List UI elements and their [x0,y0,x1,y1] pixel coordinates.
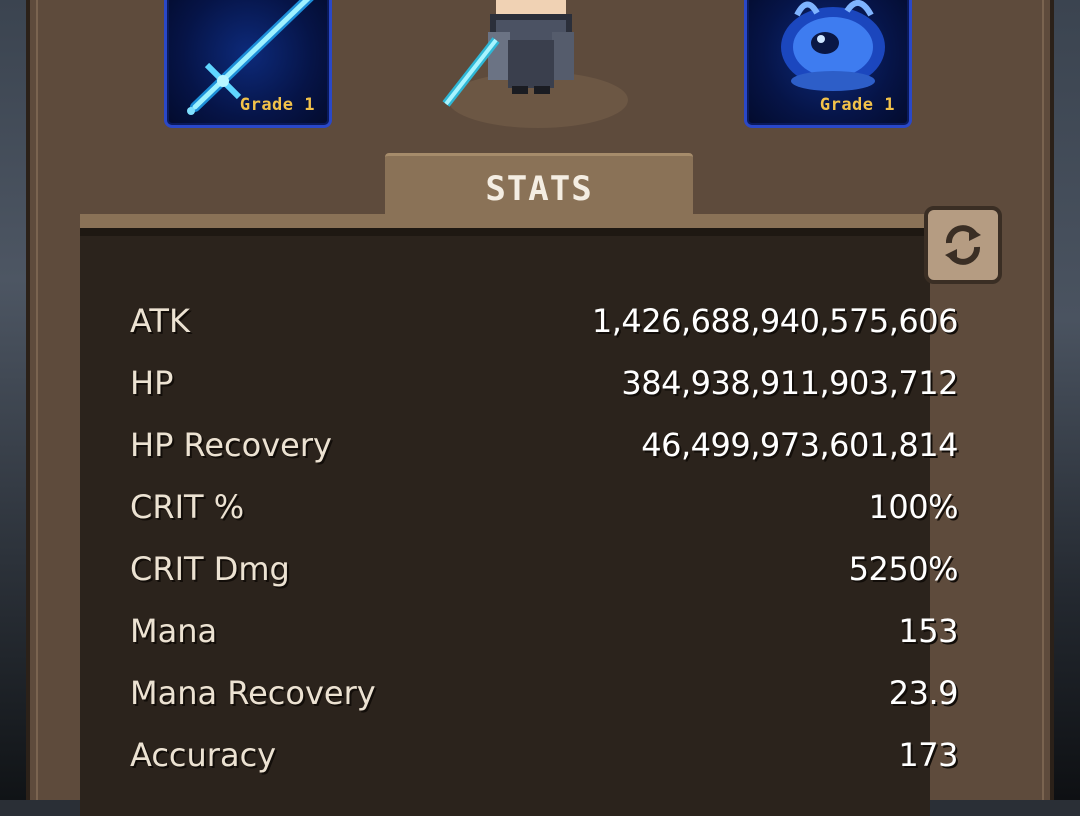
refresh-button[interactable] [924,206,1002,284]
stat-value: 100% [868,488,959,526]
stat-row-mana-recovery: Mana Recovery 23.9 [130,674,959,724]
accessory-slot[interactable]: Grade 1 [744,0,912,128]
stat-row-mana: Mana 153 [130,612,958,662]
background-right [1054,0,1080,800]
tab-bar-shadow [80,228,930,236]
stat-name: CRIT Dmg [130,550,290,588]
stat-name: CRIT % [130,488,245,526]
stat-row-hp-recovery: HP Recovery 46,499,973,601,814 [130,426,958,476]
stat-row-atk: ATK 1,426,688,940,575,606 [130,302,959,352]
stat-value: 5250% [848,550,959,588]
stat-value: 153 [898,612,958,650]
stat-row-accuracy: Accuracy 173 [130,736,958,786]
refresh-icon [945,225,981,265]
stat-name: Accuracy [130,736,277,774]
stat-name: ATK [130,302,190,340]
stat-name: HP Recovery [130,426,332,464]
stat-value: 46,499,973,601,814 [641,426,958,464]
stat-row-hp: HP 384,938,911,903,712 [130,364,958,414]
accessory-grade: Grade 1 [819,95,895,115]
stat-value: 23.9 [888,674,959,712]
stat-name: HP [130,364,174,402]
weapon-slot[interactable]: Grade 1 [164,0,332,128]
stat-row-crit-rate: CRIT % 100% [130,488,959,538]
tab-stats[interactable]: STATS [385,153,693,219]
stat-name: Mana [130,612,218,650]
stat-row-crit-dmg: CRIT Dmg 5250% [130,550,959,600]
background-left [0,0,28,800]
tab-bar [80,214,930,228]
tab-stats-label: STATS [485,169,593,209]
stat-value: 384,938,911,903,712 [621,364,958,402]
hero-character [442,0,628,128]
stat-value: 1,426,688,940,575,606 [591,302,959,340]
stat-value: 173 [898,736,958,774]
blue-orb-icon [781,0,885,91]
weapon-grade: Grade 1 [239,95,315,115]
stat-name: Mana Recovery [130,674,376,712]
